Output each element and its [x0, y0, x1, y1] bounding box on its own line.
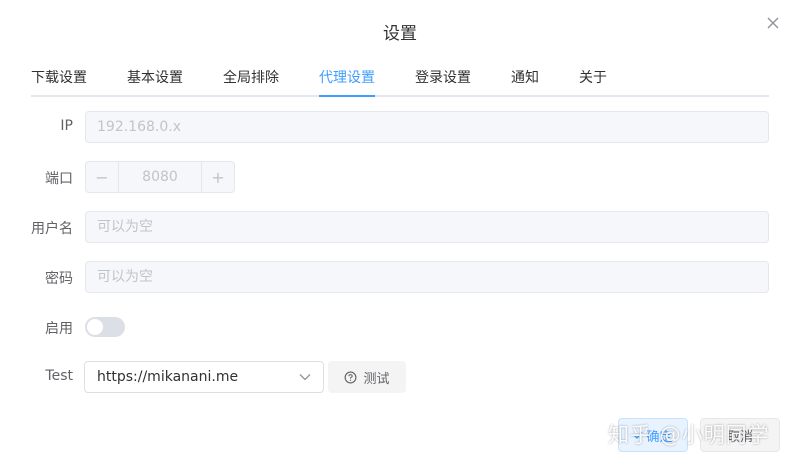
ip-input-wrapper: [85, 111, 769, 143]
password-input[interactable]: [86, 262, 768, 292]
port-decrement-button[interactable]: −: [86, 162, 119, 192]
port-label: 端口: [45, 171, 73, 187]
test-button-label: 测试: [363, 371, 390, 387]
confirm-button-label: 确定: [646, 429, 673, 445]
test-url-select[interactable]: https://mikanani.me: [84, 361, 324, 393]
tab-download-settings[interactable]: 下载设置: [31, 67, 87, 87]
username-input-wrapper: [85, 211, 769, 243]
tab-login-settings[interactable]: 登录设置: [415, 67, 471, 87]
password-label: 密码: [45, 271, 73, 287]
check-icon: [633, 431, 644, 439]
settings-dialog: 设置 下载设置 基本设置 全局排除 代理设置 登录设置 通知 关于 IP 端口 …: [0, 0, 800, 467]
chevron-down-icon: [299, 374, 311, 381]
password-input-wrapper: [85, 261, 769, 293]
port-value[interactable]: 8080: [119, 162, 201, 192]
help-circle-icon: [345, 371, 357, 383]
confirm-button[interactable]: 确定: [618, 418, 688, 452]
username-label: 用户名: [31, 221, 73, 237]
tab-about[interactable]: 关于: [579, 67, 607, 87]
port-stepper: − 8080 +: [85, 161, 235, 193]
enable-label: 启用: [45, 321, 73, 337]
test-url-selected: https://mikanani.me: [97, 369, 239, 385]
ip-input[interactable]: [86, 112, 768, 142]
settings-tabs: 下载设置 基本设置 全局排除 代理设置 登录设置 通知 关于: [31, 60, 769, 97]
tab-basic-settings[interactable]: 基本设置: [127, 67, 183, 87]
tab-global-exclude[interactable]: 全局排除: [223, 67, 279, 87]
cancel-button-label: 取消: [726, 429, 753, 445]
test-button[interactable]: 测试: [328, 361, 406, 393]
tab-notifications[interactable]: 通知: [511, 67, 539, 87]
dialog-title: 设置: [383, 24, 417, 44]
tab-proxy-settings[interactable]: 代理设置: [319, 67, 375, 87]
close-icon[interactable]: [764, 14, 782, 32]
toggle-knob: [87, 319, 103, 335]
active-tab-indicator: [319, 95, 375, 97]
enable-proxy-toggle[interactable]: [85, 317, 125, 337]
ip-label: IP: [60, 118, 73, 134]
username-input[interactable]: [86, 212, 768, 242]
cancel-button[interactable]: 取消: [700, 418, 780, 452]
port-increment-button[interactable]: +: [201, 162, 234, 192]
test-label: Test: [45, 368, 73, 384]
